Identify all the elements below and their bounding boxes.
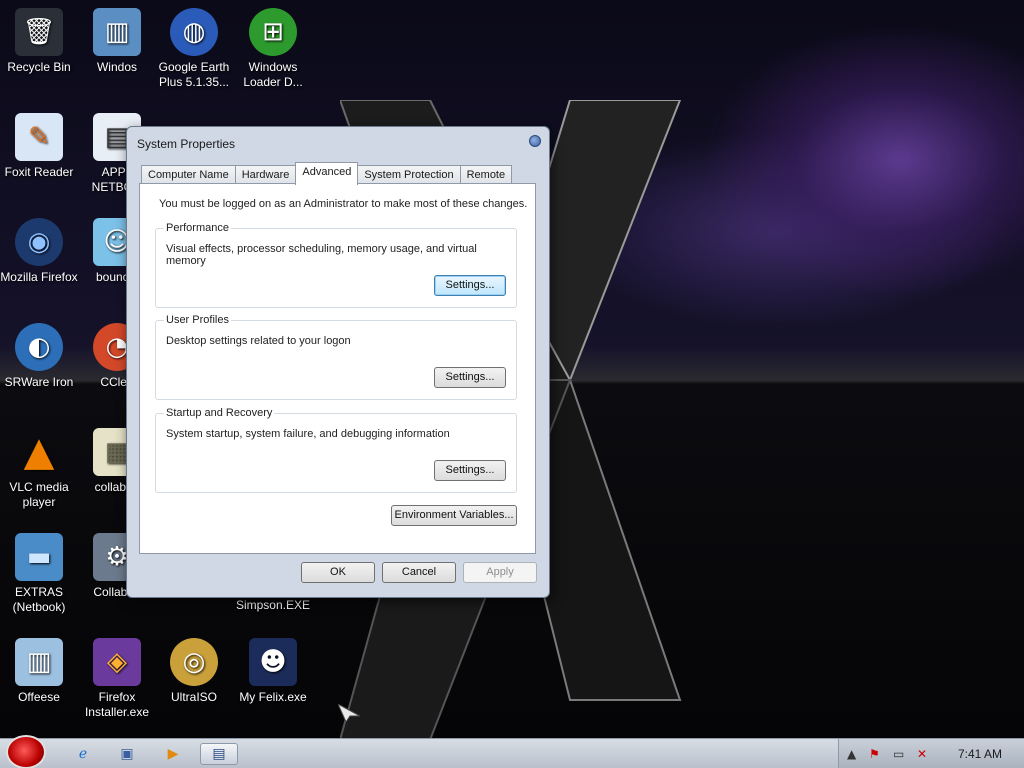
volume-muted-icon[interactable]: ✕ (917, 747, 927, 761)
apply-button[interactable]: Apply (463, 562, 537, 583)
clock[interactable]: 7:41 AM (958, 747, 1002, 761)
tab-hardware[interactable]: Hardware (234, 165, 297, 185)
firefox-shortcut[interactable]: ◉ Mozilla Firefox (0, 218, 78, 285)
recycle-bin-icon: 🗑 (15, 8, 63, 56)
taskbar: ℯ ▣ ▶ ▤ ▲ ⚑ ▭ ✕ 7:41 AM (0, 735, 1024, 768)
startup-recovery-group: Startup and Recovery System startup, sys… (155, 407, 517, 493)
foxit-reader-label: Foxit Reader (4, 165, 74, 179)
windows-loader-shortcut[interactable]: ⊞ Windows Loader D... (234, 8, 312, 90)
performance-settings-button[interactable]: Settings... (434, 275, 506, 296)
offeese-label: Offeese (18, 690, 60, 704)
tab-computer-name[interactable]: Computer Name (141, 165, 236, 185)
user-profiles-group: User Profiles Desktop settings related t… (155, 314, 517, 400)
offeese-shortcut[interactable]: ▥ Offeese (0, 638, 78, 705)
my-felix-label: My Felix.exe (239, 690, 307, 704)
srware-iron-icon: ◐ (15, 323, 63, 371)
srware-iron-shortcut[interactable]: ◐ SRWare Iron (0, 323, 78, 390)
cursor-arrow-icon (338, 704, 360, 722)
network-icon[interactable]: ▭ (893, 747, 904, 761)
dialog-title: System Properties (137, 137, 236, 151)
user-profiles-settings-button[interactable]: Settings... (434, 367, 506, 388)
srware-iron-label: SRWare Iron (4, 375, 74, 389)
firefox-label: Mozilla Firefox (0, 270, 78, 284)
close-icon[interactable] (529, 135, 541, 147)
ok-button[interactable]: OK (301, 562, 375, 583)
startup-recovery-settings-button[interactable]: Settings... (434, 460, 506, 481)
recycle-bin[interactable]: 🗑 Recycle Bin (0, 8, 78, 75)
firefox-installer-icon: ◈ (93, 638, 141, 686)
internet-explorer-icon[interactable]: ℯ (68, 743, 98, 765)
environment-variables-button[interactable]: Environment Variables... (391, 505, 517, 526)
start-button[interactable] (6, 735, 46, 768)
foxit-reader-icon: ✎ (15, 113, 63, 161)
vlc-label: VLC media player (9, 480, 69, 509)
startup-recovery-title: Startup and Recovery (164, 407, 275, 419)
performance-title: Performance (164, 222, 231, 234)
performance-group: Performance Visual effects, processor sc… (155, 222, 517, 308)
cancel-button[interactable]: Cancel (382, 562, 456, 583)
google-earth-icon: ◍ (170, 8, 218, 56)
extras-folder-shortcut[interactable]: ▬ EXTRAS (Netbook) (0, 533, 78, 615)
tab-strip: Computer Name Hardware Advanced System P… (141, 162, 513, 185)
folder-icon: ▬ (15, 533, 63, 581)
windows-loader-label: Windows Loader D... (243, 60, 303, 89)
admin-note: You must be logged on as an Administrato… (159, 198, 528, 210)
my-felix-shortcut[interactable]: ☻ My Felix.exe (234, 638, 312, 705)
simpson-shortcut[interactable]: Simpson.EXE (234, 598, 312, 613)
system-properties-dialog: System Properties Computer Name Hardware… (126, 126, 550, 598)
google-earth-shortcut[interactable]: ◍ Google Earth Plus 5.1.35... (155, 8, 233, 90)
media-player-icon[interactable]: ▶ (158, 743, 188, 765)
windos-icon: ▥ (93, 8, 141, 56)
tab-system-protection[interactable]: System Protection (357, 165, 461, 185)
windos-label: Windos (96, 60, 137, 74)
vlc-icon: ▲ (23, 428, 55, 475)
windows-loader-icon: ⊞ (249, 8, 297, 56)
extras-folder-label: EXTRAS (Netbook) (12, 585, 66, 614)
foxit-reader-shortcut[interactable]: ✎ Foxit Reader (0, 113, 78, 180)
firefox-installer-label: Firefox Installer.exe (84, 690, 150, 719)
system-tray: ▲ ⚑ ▭ ✕ 7:41 AM (838, 739, 1024, 768)
show-desktop-icon[interactable]: ▣ (112, 743, 142, 765)
simpson-label: Simpson.EXE (235, 598, 311, 612)
user-profiles-title: User Profiles (164, 314, 231, 326)
advanced-panel: You must be logged on as an Administrato… (139, 183, 536, 554)
firefox-installer-shortcut[interactable]: ◈ Firefox Installer.exe (78, 638, 156, 720)
vlc-shortcut[interactable]: ▲ VLC media player (0, 428, 78, 510)
performance-desc: Visual effects, processor scheduling, me… (166, 243, 477, 267)
startup-recovery-desc: System startup, system failure, and debu… (166, 428, 450, 440)
tab-advanced[interactable]: Advanced (295, 162, 359, 185)
windos-shortcut[interactable]: ▥ Windos (78, 8, 156, 75)
firefox-icon: ◉ (15, 218, 63, 266)
chevron-up-icon[interactable]: ▲ (847, 747, 856, 761)
system-properties-task-icon[interactable]: ▤ (200, 743, 238, 765)
ultraiso-label: UltraISO (170, 690, 217, 704)
recycle-bin-label: Recycle Bin (7, 60, 71, 74)
ultraiso-icon: ◎ (170, 638, 218, 686)
user-profiles-desc: Desktop settings related to your logon (166, 335, 351, 347)
flag-alert-icon[interactable]: ⚑ (869, 747, 880, 761)
ultraiso-shortcut[interactable]: ◎ UltraISO (155, 638, 233, 705)
tab-remote[interactable]: Remote (459, 165, 513, 185)
my-felix-icon: ☻ (249, 638, 297, 686)
google-earth-label: Google Earth Plus 5.1.35... (158, 60, 230, 89)
offeese-icon: ▥ (15, 638, 63, 686)
